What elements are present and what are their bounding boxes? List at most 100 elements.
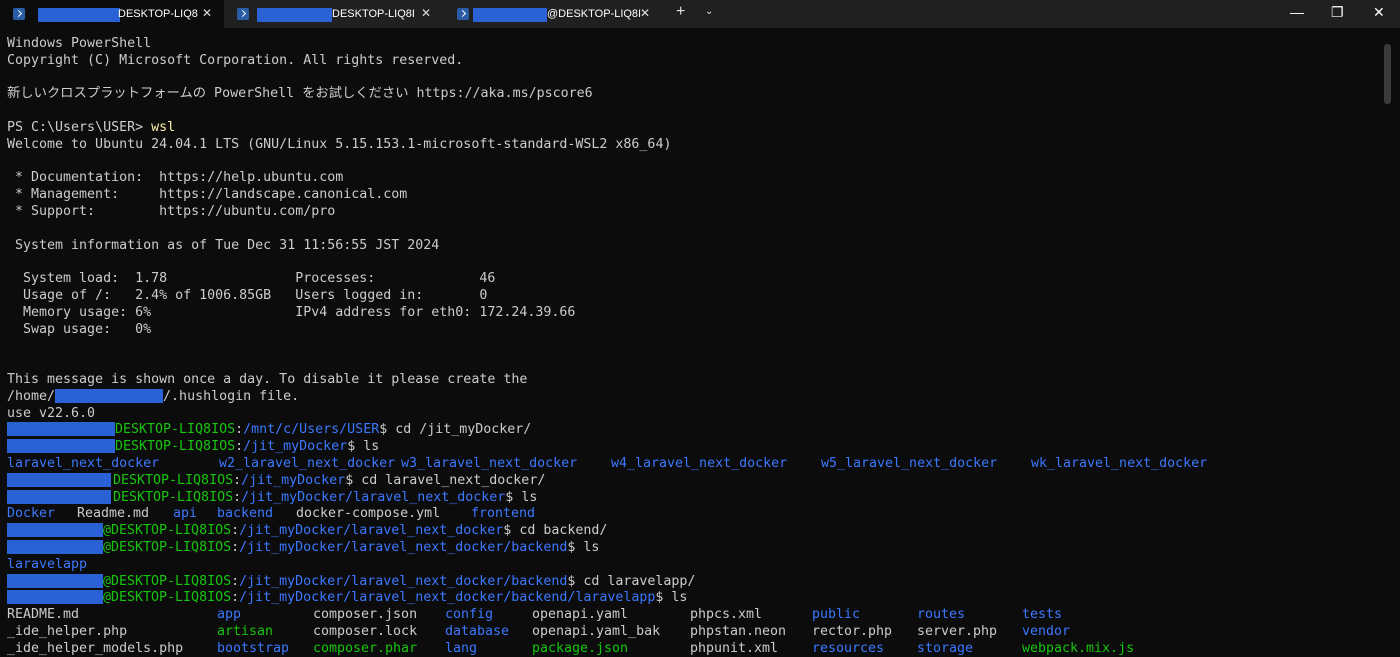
ls-entry: package.json [532,640,629,656]
command-text: ls [583,539,600,555]
ls-entry: phpcs.xml [690,607,763,623]
ls-entry: composer.lock [313,623,418,639]
command-text: cd /jit_myDocker/ [395,422,532,438]
prompt-line: DESKTOP-LIQ8IOS:/jit_myDocker$ cd larave… [7,472,1387,490]
terminal-line: Welcome to Ubuntu 24.04.1 LTS (GNU/Linux… [7,136,672,152]
close-icon[interactable]: ✕ [202,6,212,20]
ls-entry: backend [217,506,274,522]
prompt-path: /jit_myDocker [243,439,348,455]
terminal-line: Swap usage: 0% [7,321,152,337]
command-text: cd backend/ [519,523,608,539]
redacted-username [7,573,103,588]
prompt-tail: $ [655,590,672,606]
close-icon[interactable]: ✕ [640,6,650,20]
ls-entry: phpstan.neon [690,623,787,639]
ls-entry: w5_laravel_next_docker [821,455,998,471]
redacted-username [7,489,111,504]
prompt-tail: $ [567,539,584,555]
tab-bar: DESKTOP-LIQ8 ✕ DESKTOP-LIQ8I ✕ @DESKTOP-… [0,0,1400,28]
tab-1[interactable]: DESKTOP-LIQ8 ✕ [0,0,224,28]
close-window-button[interactable]: ✕ [1373,4,1385,21]
ls-entry: frontend [471,506,536,522]
prompt-colon: : [231,573,240,589]
close-icon[interactable]: ✕ [421,6,431,20]
new-tab-button[interactable]: + [676,3,685,21]
terminal-line: * Support: https://ubuntu.com/pro [7,203,336,219]
prompt-host: @DESKTOP-LIQ8IOS [103,573,232,589]
ls-entry: composer.phar [313,640,418,656]
prompt-path: /jit_myDocker [241,472,346,488]
command-text: ls [521,489,538,505]
prompt-path: /jit_myDocker/laravel_next_docker/backen… [239,539,568,555]
redacted-username [7,472,111,487]
tab-1-title: DESKTOP-LIQ8 [118,8,198,20]
ls-entry: storage [917,640,974,656]
chevron-down-icon[interactable]: ⌄ [705,6,713,17]
redacted-username [257,8,332,22]
tab-3[interactable]: @DESKTOP-LIQ8I ✕ [444,0,664,28]
prompt-tail: $ [567,573,584,589]
prompt-path: /jit_myDocker/laravel_next_docker/backen… [239,573,568,589]
ls-entry: phpunit.xml [690,640,779,656]
prompt-line: @DESKTOP-LIQ8IOS:/jit_myDocker/laravel_n… [7,590,1387,607]
ls-entry: w3_laravel_next_docker [401,455,578,471]
prompt-host: @DESKTOP-LIQ8IOS [103,539,232,555]
ls-entry: laravel_next_docker [7,455,160,471]
ls-entry: _ide_helper.php [7,623,128,639]
prompt-host: DESKTOP-LIQ8IOS [113,472,234,488]
command-text: ls [671,590,688,606]
ls-entry: app [217,607,242,623]
ls-entry: tests [1022,607,1063,623]
prompt-tail: $ [505,489,522,505]
tab-2[interactable]: DESKTOP-LIQ8I ✕ [224,0,444,28]
prompt-colon: : [233,472,242,488]
ls-entry: webpack.mix.js [1022,640,1135,656]
redacted-username [7,439,115,454]
minimize-button[interactable]: — [1290,4,1304,20]
ls-entry: Docker [7,506,56,522]
command-text: cd laravelapp/ [583,573,696,589]
prompt-host: @DESKTOP-LIQ8IOS [103,523,232,539]
terminal-line: Windows PowerShell [7,36,152,51]
prompt-colon: : [231,590,240,606]
prompt-tail: $ [503,523,520,539]
prompt-line: @DESKTOP-LIQ8IOS:/jit_myDocker/laravel_n… [7,539,1387,557]
prompt-colon: : [235,422,244,438]
ls-entry: openapi.yaml_bak [532,623,661,639]
hushlogin-suffix: /.hushlogin file. [163,388,300,404]
ls-entry: wk_laravel_next_docker [1031,455,1208,471]
terminal-line: Usage of /: 2.4% of 1006.85GB Users logg… [7,287,488,303]
prompt-line: DESKTOP-LIQ8IOS:/jit_myDocker/laravel_ne… [7,489,1387,507]
terminal-output[interactable]: Windows PowerShell Copyright (C) Microso… [7,36,1387,657]
prompt-host: DESKTOP-LIQ8IOS [115,422,236,438]
prompt-colon: : [231,523,240,539]
prompt-colon: : [235,439,244,455]
terminal-line: System information as of Tue Dec 31 11:5… [7,237,440,253]
ls-entry: Readme.md [77,506,150,522]
ps-prompt: PS C:\Users\USER> [7,119,152,135]
prompt-tail: $ [345,472,362,488]
redacted-username [7,590,103,605]
redacted-username [55,388,164,403]
tab-2-title: DESKTOP-LIQ8I [332,8,415,20]
powershell-icon [13,8,25,20]
prompt-line: DESKTOP-LIQ8IOS:/jit_myDocker$ ls [7,439,1387,456]
maximize-button[interactable]: ❐ [1331,4,1344,21]
ls-entry: routes [917,607,966,623]
nvm-line: use v22.6.0 [7,405,96,421]
terminal-line: * Documentation: https://help.ubuntu.com [7,170,344,186]
ls-entry: README.md [7,607,80,623]
command-text: cd laravel_next_docker/ [361,472,546,488]
ls-entry: server.php [917,623,998,639]
ls-entry: vendor [1022,623,1071,639]
ls-entry: config [445,607,494,623]
tab-3-title: @DESKTOP-LIQ8I [547,8,642,20]
powershell-icon [457,8,469,20]
redacted-username [7,539,103,554]
hushlogin-prefix: /home/ [7,388,56,404]
ls-entry: w2_laravel_next_docker [219,455,396,471]
